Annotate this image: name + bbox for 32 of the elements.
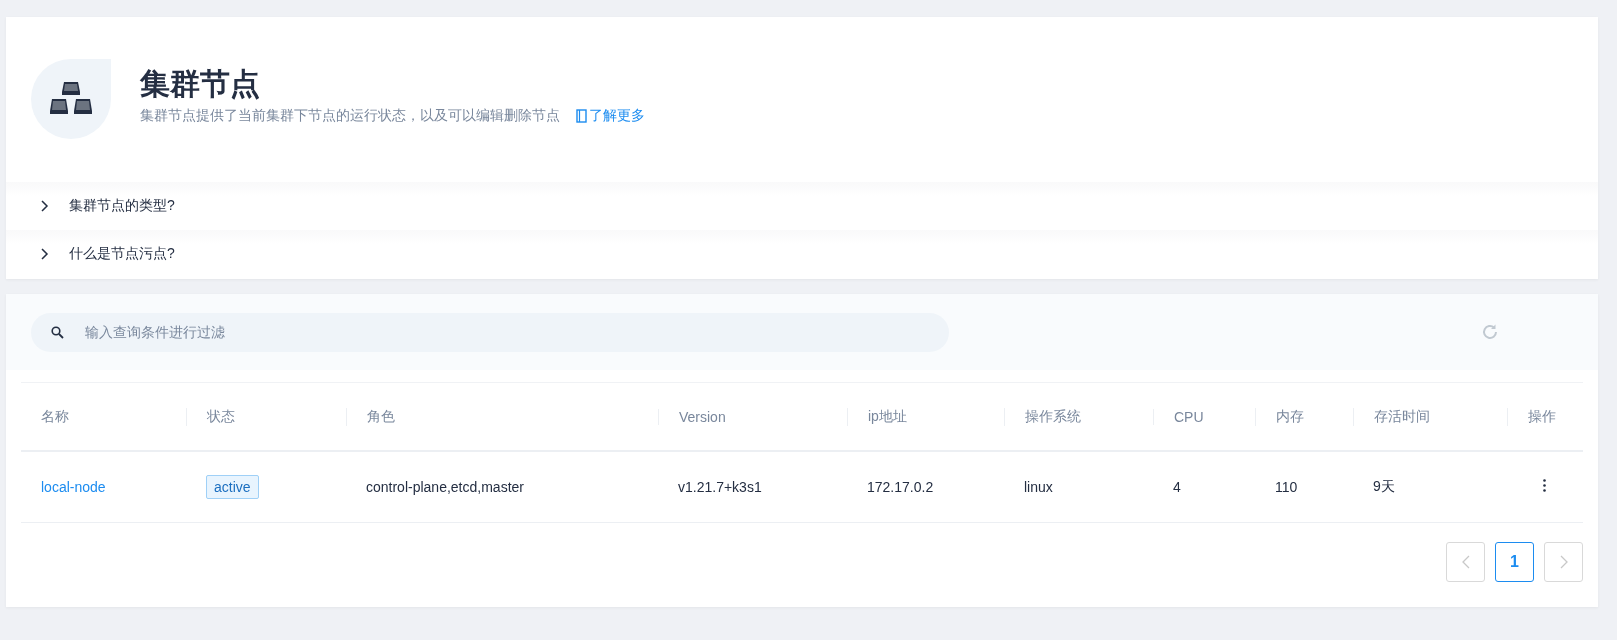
faq-item[interactable]: 集群节点的类型? — [6, 182, 1598, 230]
refresh-icon[interactable] — [1481, 323, 1499, 341]
column-header: 状态 — [207, 407, 235, 424]
column-header: 名称 — [41, 407, 69, 424]
table-cell: 4 — [1173, 479, 1181, 495]
book-icon — [576, 109, 587, 123]
chevron-left-icon — [1461, 555, 1470, 569]
column-header: ip地址 — [868, 407, 907, 424]
table-cell: linux — [1024, 479, 1053, 495]
search-icon — [51, 325, 64, 339]
column-header: CPU — [1174, 408, 1204, 425]
table-cell: 110 — [1275, 479, 1298, 495]
column-header: Version — [679, 408, 726, 425]
faq-item[interactable]: 什么是节点污点? — [6, 230, 1598, 278]
status-tag: active — [206, 475, 259, 499]
page-description: 集群节点提供了当前集群下节点的运行状态，以及可以编辑删除节点 — [140, 107, 560, 125]
column-header: 存活时间 — [1374, 407, 1430, 424]
table-cell: v1.21.7+k3s1 — [678, 479, 762, 495]
column-header: 操作 — [1528, 407, 1556, 424]
table-cell: 172.17.0.2 — [867, 479, 934, 495]
column-header: 角色 — [367, 407, 395, 424]
learn-more-link[interactable]: 了解更多 — [576, 107, 645, 125]
column-header: 内存 — [1276, 407, 1304, 424]
page-button[interactable]: 1 — [1495, 542, 1534, 582]
table-cell: 9天 — [1373, 478, 1395, 494]
chevron-right-icon — [41, 248, 49, 260]
node-name-link[interactable]: local-node — [41, 479, 106, 495]
chevron-right-icon — [41, 200, 49, 212]
chevron-right-icon — [1559, 555, 1568, 569]
page-title: 集群节点 — [140, 67, 261, 101]
table-cell: control-plane,etcd,master — [366, 479, 524, 495]
column-header: 操作系统 — [1025, 407, 1081, 424]
